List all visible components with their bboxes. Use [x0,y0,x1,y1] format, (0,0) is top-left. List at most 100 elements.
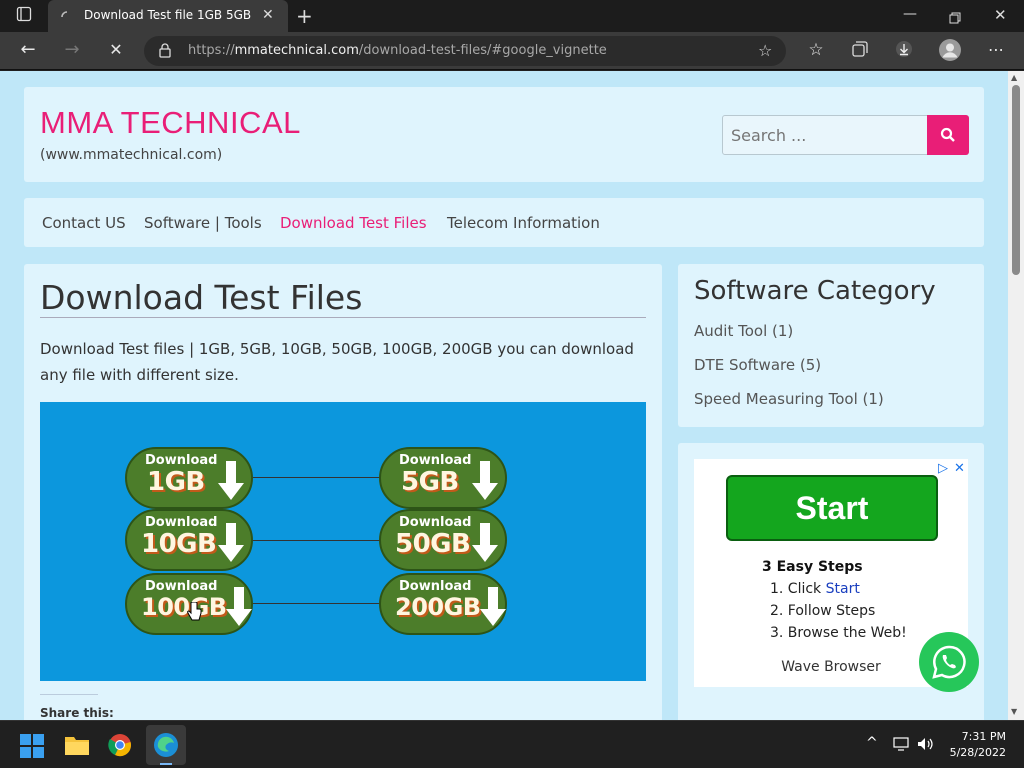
collections-icon[interactable] [849,40,871,63]
page-scrollbar[interactable]: ▲ ▼ [1008,71,1024,720]
download-arrow-icon [218,461,244,500]
ad-close-icon[interactable]: ✕ [954,461,965,476]
tab-actions-icon[interactable] [13,6,35,27]
download-1gb-button[interactable]: Download 1GB [125,447,253,509]
file-size: 200GB [395,593,481,621]
file-size: 10GB [141,529,217,559]
show-hidden-icons-icon[interactable]: ^ [866,735,878,751]
hand-cursor-icon [187,602,202,621]
file-size: 100GB [141,593,227,621]
main-nav: Contact US Software | Tools Download Tes… [24,198,984,247]
download-label: Download [399,515,472,530]
download-banner-image[interactable]: Download 1GB Download 5GB Download 10GB … [40,402,646,681]
page-title: Download Test Files [40,278,363,317]
scroll-down-icon[interactable]: ▼ [1011,707,1017,716]
article-card: Download Test Files Download Test files … [24,264,662,720]
title-divider [40,317,646,318]
url-path: /download-test-files/#google_vignette [358,43,607,58]
download-label: Download [145,453,218,468]
scroll-up-icon[interactable]: ▲ [1011,73,1017,82]
downloads-icon[interactable] [893,40,915,63]
whatsapp-chat-button[interactable] [919,632,979,692]
ad-step-text: 1. Click [770,581,822,597]
search-input[interactable] [722,115,928,155]
site-title[interactable]: MMA TECHNICAL [40,105,301,141]
windows-start-icon[interactable] [20,734,44,762]
profile-avatar-icon[interactable] [939,39,961,66]
share-label: Share this: [40,706,114,720]
download-arrow-icon [480,587,506,626]
scrollbar-thumb[interactable] [1012,85,1020,275]
download-label: Download [145,579,218,594]
lock-icon [159,43,171,62]
minimize-button[interactable]: — [903,6,917,22]
file-size: 50GB [395,529,471,559]
download-label: Download [399,579,472,594]
ad-start-link[interactable]: Start [826,581,860,597]
category-link-speed-measuring[interactable]: Speed Measuring Tool (1) [694,390,884,408]
connector-line [252,477,380,478]
volume-icon[interactable] [917,736,935,755]
connector-line [252,603,380,604]
download-200gb-button[interactable]: Download 200GB [379,573,507,635]
new-tab-button[interactable]: + [296,4,316,28]
download-arrow-icon [226,587,252,626]
site-header: MMA TECHNICAL (www.mmatechnical.com) [24,87,984,182]
ad-start-button[interactable]: Start [726,475,938,541]
url-host: mmatechnical.com [234,43,359,58]
browser-tab-strip: Download Test file 1GB 5GB 10GB ✕ + — ✕ [0,0,1024,32]
sidebar-category-title: Software Category [694,276,936,306]
search-button[interactable] [927,115,969,155]
file-size: 5GB [401,467,459,497]
close-window-button[interactable]: ✕ [994,6,1007,24]
settings-more-icon[interactable]: ⋯ [985,40,1007,60]
web-page: MMA TECHNICAL (www.mmatechnical.com) Con… [0,71,1008,720]
download-10gb-button[interactable]: Download 10GB [125,509,253,571]
ad-steps-title: 3 Easy Steps [762,559,863,575]
file-size: 1GB [147,467,205,497]
whatsapp-icon [932,645,966,679]
tab-title: Download Test file 1GB 5GB 10GB [84,8,256,22]
nav-item-software-tools[interactable]: Software | Tools [144,214,262,232]
article-intro: Download Test files | 1GB, 5GB, 10GB, 50… [40,340,634,384]
address-bar[interactable]: https://mmatechnical.com/download-test-f… [144,36,786,66]
download-5gb-button[interactable]: Download 5GB [379,447,507,509]
category-link-dte-software[interactable]: DTE Software (5) [694,356,821,374]
nav-item-contact[interactable]: Contact US [42,214,126,232]
download-arrow-icon [472,461,498,500]
loading-spinner-icon [60,9,74,28]
ad-choices-icon[interactable]: ▷ [938,461,948,476]
download-label: Download [145,515,218,530]
nav-item-telecom-information[interactable]: Telecom Information [447,214,600,232]
nav-item-download-test-files[interactable]: Download Test Files [280,214,427,232]
download-label: Download [399,453,472,468]
back-button[interactable]: ← [17,40,39,60]
site-subtitle: (www.mmatechnical.com) [40,147,223,163]
connector-line [252,540,380,541]
clock-time[interactable]: 7:31 PM [950,730,1006,743]
browser-toolbar: ← → ✕ https://mmatechnical.com/download-… [0,32,1024,70]
add-favorite-icon[interactable]: ☆ [758,41,772,60]
download-arrow-icon [472,523,498,562]
sidebar-category-card: Software Category Audit Tool (1) DTE Sof… [678,264,984,427]
share-divider [40,694,98,695]
category-link-audit-tool[interactable]: Audit Tool (1) [694,322,793,340]
file-explorer-icon[interactable] [64,734,90,760]
restore-button[interactable] [949,9,961,28]
ad-step-3: 3. Browse the Web! [770,625,907,641]
favorites-icon[interactable]: ☆ [805,40,827,60]
forward-button[interactable]: → [61,40,83,60]
url-text: https://mmatechnical.com/download-test-f… [188,43,607,58]
windows-taskbar: ^ 7:31 PM 5/28/2022 [0,720,1024,768]
active-app-indicator [160,763,172,765]
browser-tab-active[interactable]: Download Test file 1GB 5GB 10GB ✕ [48,0,288,32]
download-50gb-button[interactable]: Download 50GB [379,509,507,571]
download-arrow-icon [218,523,244,562]
edge-browser-icon[interactable] [146,725,186,765]
url-prefix: https:// [188,43,235,58]
chrome-icon[interactable] [108,733,132,761]
stop-loading-button[interactable]: ✕ [105,40,127,60]
clock-date[interactable]: 5/28/2022 [940,746,1006,759]
network-icon[interactable] [893,736,909,755]
tab-close-icon[interactable]: ✕ [262,7,274,23]
